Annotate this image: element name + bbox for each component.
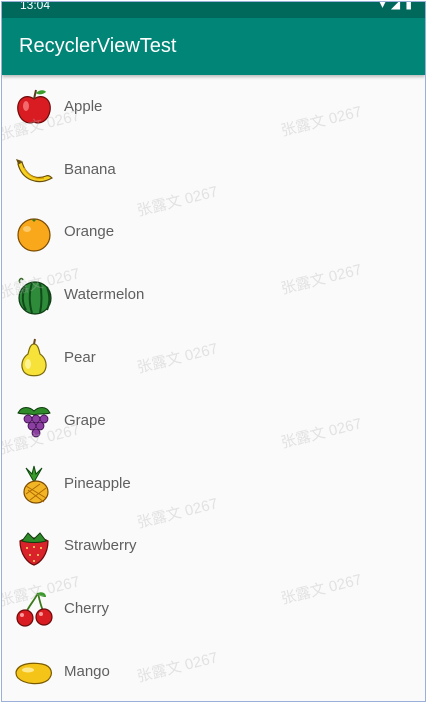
list-item[interactable]: Pear xyxy=(2,326,425,389)
grape-icon xyxy=(17,406,51,438)
fruit-name: Watermelon xyxy=(64,286,145,304)
app-bar: RecyclerViewTest xyxy=(2,18,425,75)
list-item[interactable]: Grape xyxy=(2,389,425,452)
strawberry-icon xyxy=(19,531,49,566)
app-title: RecyclerViewTest xyxy=(19,35,177,57)
list-item[interactable]: Watermelon xyxy=(2,263,425,326)
phone-screen: 13:04 ▾ ◢ ▮ RecyclerViewTest Apple Banan… xyxy=(1,1,426,702)
fruit-name: Pineapple xyxy=(64,474,131,492)
status-time: 13:04 xyxy=(20,1,51,12)
list-item[interactable]: Apple xyxy=(2,75,425,138)
list-item[interactable]: Mango xyxy=(2,640,425,701)
fruit-name: Banana xyxy=(64,160,116,178)
fruit-name: Orange xyxy=(64,223,115,241)
pineapple-icon xyxy=(23,465,49,504)
list-item[interactable]: Cherry xyxy=(2,577,425,640)
mango-icon xyxy=(15,662,52,685)
status-icons: ▾ ◢ ▮ xyxy=(379,1,413,11)
fruit-name: Pear xyxy=(64,349,96,367)
pear-icon xyxy=(21,338,47,377)
list-item[interactable]: Strawberry xyxy=(2,515,425,578)
fruit-name: Mango xyxy=(64,663,110,681)
cherry-icon xyxy=(16,592,53,627)
orange-icon xyxy=(17,217,51,252)
list-item[interactable]: Pineapple xyxy=(2,452,425,515)
fruit-name: Strawberry xyxy=(64,537,137,555)
banana-icon xyxy=(16,158,53,182)
fruit-name: Grape xyxy=(64,411,106,429)
fruit-name: Apple xyxy=(64,97,103,115)
apple-icon xyxy=(17,89,51,124)
watermelon-icon xyxy=(18,278,52,315)
fruit-name: Cherry xyxy=(64,600,110,618)
fruit-list[interactable]: Apple Banana Orange Watermelon Pear Grap… xyxy=(2,75,425,701)
list-item[interactable]: Banana xyxy=(2,138,425,201)
status-bar: 13:04 ▾ ◢ ▮ xyxy=(2,2,425,18)
list-item[interactable]: Orange xyxy=(2,201,425,264)
